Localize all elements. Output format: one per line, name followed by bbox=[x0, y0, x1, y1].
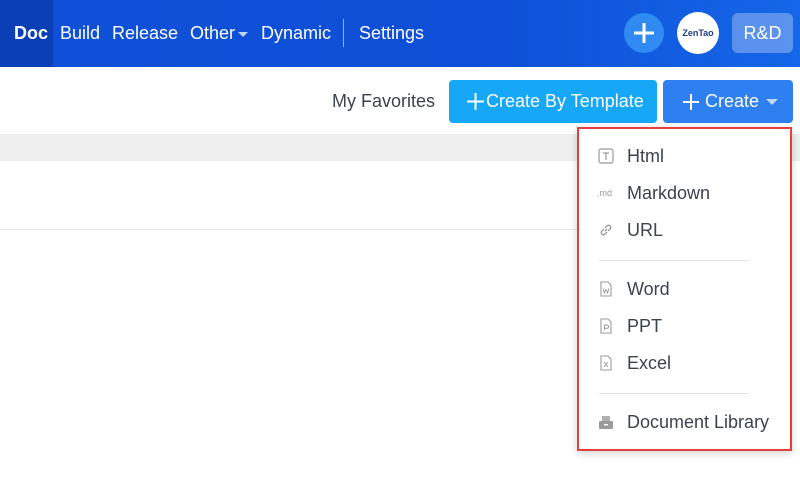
menu-item-ppt[interactable]: PPT bbox=[579, 309, 790, 343]
menu-item-label: Html bbox=[627, 146, 664, 166]
nav-item-release[interactable]: Release bbox=[112, 22, 178, 44]
create-dropdown-button[interactable]: Create bbox=[663, 80, 793, 123]
menu-item-label: Word bbox=[627, 279, 670, 299]
menu-item-word[interactable]: Word bbox=[579, 272, 790, 306]
menu-item-label: PPT bbox=[627, 316, 663, 336]
word-doc-icon bbox=[600, 281, 612, 297]
menu-item-excel[interactable]: Excel bbox=[579, 346, 790, 380]
menu-item-label: Markdown bbox=[627, 183, 711, 203]
html-doc-icon bbox=[598, 148, 614, 164]
create-by-template-button[interactable]: Create By Template bbox=[449, 80, 657, 123]
plus-icon bbox=[467, 93, 484, 110]
top-navigation-bar: Doc Build Release Other Dynamic Settings… bbox=[0, 0, 800, 67]
team-switch-button[interactable]: R&D bbox=[732, 13, 793, 53]
chevron-down-icon bbox=[766, 99, 778, 105]
menu-divider bbox=[599, 393, 749, 394]
menu-item-html[interactable]: Html bbox=[579, 139, 790, 173]
chevron-down-icon bbox=[238, 31, 249, 37]
plus-icon bbox=[683, 94, 699, 110]
user-avatar[interactable]: ZenTao bbox=[677, 12, 719, 54]
link-icon bbox=[600, 224, 612, 236]
menu-item-label: URL bbox=[627, 220, 664, 240]
my-favorites-link[interactable]: My Favorites bbox=[332, 91, 435, 112]
create-dropdown-menu: Html .md Markdown URL Word PPT Excel Doc… bbox=[577, 127, 792, 451]
quick-create-button[interactable] bbox=[624, 13, 664, 53]
nav-item-other[interactable]: Other bbox=[190, 22, 249, 44]
nav-item-dynamic[interactable]: Dynamic bbox=[261, 22, 331, 44]
excel-doc-icon bbox=[600, 355, 612, 371]
markdown-icon: .md bbox=[597, 188, 613, 198]
row-divider bbox=[0, 229, 580, 230]
document-library-icon bbox=[599, 416, 613, 429]
nav-item-other-label: Other bbox=[190, 23, 236, 43]
menu-item-document-library[interactable]: Document Library bbox=[579, 405, 790, 439]
plus-icon bbox=[634, 23, 654, 43]
create-label: Create bbox=[705, 91, 760, 111]
nav-divider bbox=[343, 19, 344, 47]
menu-item-url[interactable]: URL bbox=[579, 213, 790, 247]
ppt-doc-icon bbox=[600, 318, 612, 334]
nav-item-build[interactable]: Build bbox=[60, 22, 100, 44]
menu-item-markdown[interactable]: .md Markdown bbox=[579, 176, 790, 210]
nav-item-settings[interactable]: Settings bbox=[359, 22, 424, 44]
nav-item-doc[interactable]: Doc bbox=[14, 22, 48, 44]
menu-divider bbox=[599, 260, 749, 261]
menu-item-label: Document Library bbox=[627, 412, 770, 432]
menu-item-label: Excel bbox=[627, 353, 672, 373]
create-by-template-label: Create By Template bbox=[486, 91, 644, 111]
